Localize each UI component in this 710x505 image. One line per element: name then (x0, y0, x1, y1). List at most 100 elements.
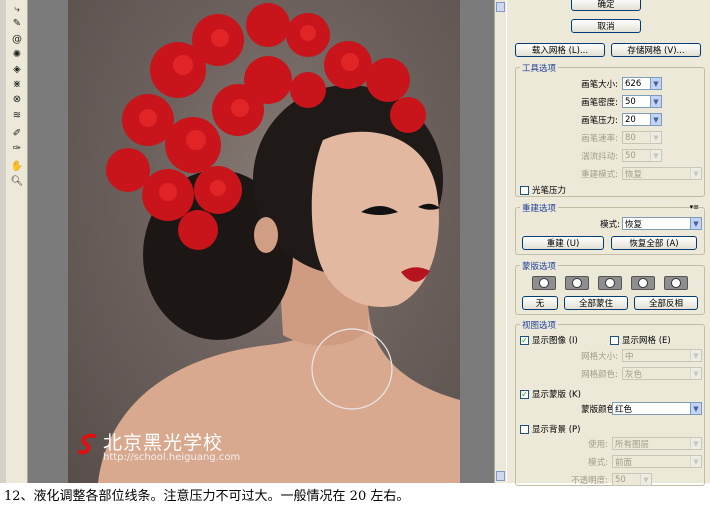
warp-icon[interactable]: ⤷ (9, 2, 25, 16)
show-mesh-checkbox[interactable]: 显示网格 (E) (610, 334, 671, 346)
mirror-icon[interactable]: ⊗ (9, 92, 25, 106)
freeze-mask-icon[interactable]: ✐ (9, 126, 25, 140)
brush-density-label: 画笔密度: (581, 98, 618, 108)
backdrop-mode-value: 前面 (615, 457, 633, 468)
reconstruct-button[interactable]: 重建 (U) (522, 236, 604, 250)
brush-rate-label: 画笔速率: (581, 134, 618, 144)
zoom-icon[interactable]: 🔍︎ (9, 174, 25, 188)
preview-image[interactable]: 北京黑光学校 http://school.heiguang.com (68, 0, 460, 483)
chevron-down-icon[interactable]: ▼ (650, 114, 661, 125)
chevron-down-icon[interactable]: ▼ (650, 78, 661, 89)
tool-options-title: 工具选项 (520, 62, 559, 74)
chevron-down-icon: ▼ (690, 368, 701, 379)
chevron-down-icon: ▼ (690, 350, 701, 361)
chevron-down-icon[interactable]: ▼ (690, 218, 701, 229)
brush-pressure-label: 画笔压力: (581, 116, 618, 126)
options-panel: 确定 取消 载入网格 (L)... 存储网格 (V)... 工具选项 画笔大小:… (506, 0, 710, 486)
chevron-down-icon[interactable]: ▼ (650, 96, 661, 107)
reconstruct-options-title: 重建选项 (520, 202, 559, 214)
scroll-down-button[interactable] (496, 471, 505, 481)
brush-size-field[interactable]: 626 ▼ (622, 77, 662, 90)
caption-text: 12、液化调整各部位线条。注意压力不可过大。一般情况在 20 左右。 (4, 489, 410, 504)
reconstruct-mode-label-2: 模式: (600, 220, 620, 230)
thaw-mask-icon[interactable]: ✑ (9, 141, 25, 155)
reconstruct-mode-select-2[interactable]: 恢复 ▼ (622, 217, 702, 230)
brush-density-field[interactable]: 50 ▼ (622, 95, 662, 108)
invert-selection-icon[interactable] (664, 276, 688, 290)
mask-color-select[interactable]: 红色 ▼ (612, 402, 702, 415)
load-mesh-button[interactable]: 载入网格 (L)... (515, 43, 605, 57)
show-image-checkbox[interactable]: ✓ 显示图像 (I) (520, 334, 578, 346)
stylus-pressure-label: 光笔压力 (532, 186, 567, 196)
backdrop-mode-select: 前面 ▼ (612, 455, 702, 468)
mesh-color-value: 灰色 (625, 369, 643, 380)
save-mesh-button[interactable]: 存储网格 (V)... (611, 43, 701, 57)
checkbox-box[interactable] (610, 335, 619, 345)
view-options-group: 视图选项 ✓ 显示图像 (I) 显示网格 (E) 网格大小: 中 ▼ 网格颜色: 灰… (515, 319, 705, 486)
brush-size-value: 626 (625, 78, 642, 89)
checkbox-checked-icon[interactable]: ✓ (520, 335, 529, 345)
chevron-down-icon: ▼ (690, 168, 701, 179)
portrait-illustration (98, 3, 460, 483)
mask-options-group: 蒙版选项 无 全部蒙住 全部反相 (515, 260, 705, 315)
restore-all-button[interactable]: 恢复全部 (A) (611, 236, 697, 250)
watermark-title: 北京黑光学校 (103, 432, 224, 454)
mesh-size-value: 中 (625, 351, 634, 362)
use-select: 所有图层 ▼ (612, 437, 702, 450)
stylus-pressure-checkbox[interactable]: 光笔压力 (520, 184, 566, 196)
turbulent-jitter-value: 50 (625, 150, 636, 161)
turbulent-jitter-label: 湍流抖动: (581, 152, 618, 162)
tool-options-group: 工具选项 画笔大小: 626 ▼ 画笔密度: 50 ▼ 画笔压力: 20 ▼ 画笔速率… (515, 62, 705, 197)
brush-pressure-value: 20 (625, 114, 636, 125)
liquify-toolbar: ⤷ ✎ @ ✺ ◈ ⋇ ⊗ ≋ ✐ ✑ ✋ 🔍︎ (6, 0, 28, 483)
chevron-down-icon: ▼ (650, 150, 661, 161)
mask-options-title: 蒙版选项 (520, 260, 559, 272)
chevron-down-icon: ▼ (690, 438, 701, 449)
mask-color-label: 蒙版颜色: (581, 405, 618, 415)
mesh-size-label: 网格大小: (581, 352, 618, 362)
brush-rate-value: 80 (625, 132, 636, 143)
opacity-field: 50 ▼ (612, 473, 652, 486)
checkbox-box[interactable] (520, 185, 529, 195)
view-options-title: 视图选项 (520, 319, 559, 331)
cancel-button[interactable]: 取消 (571, 19, 641, 33)
twirl-icon[interactable]: @ (9, 32, 25, 46)
turbulent-jitter-field: 50 ▼ (622, 149, 662, 162)
show-mask-label: 显示蒙版 (K) (532, 390, 581, 400)
opacity-value: 50 (615, 474, 626, 485)
reconstruct-mode-label: 重建模式: (581, 170, 618, 180)
push-left-icon[interactable]: ⋇ (9, 77, 25, 91)
ok-button[interactable]: 确定 (571, 0, 641, 11)
reconstruct-mode-value-2: 恢复 (625, 219, 643, 230)
show-mesh-label: 显示网格 (E) (622, 336, 671, 346)
panel-menu-icon[interactable]: ▾≡ (690, 203, 699, 211)
chevron-down-icon: ▼ (640, 474, 651, 485)
subtract-selection-icon[interactable] (598, 276, 622, 290)
brush-size-label: 画笔大小: (581, 80, 618, 90)
checkbox-box[interactable] (520, 424, 529, 434)
hand-icon[interactable]: ✋ (9, 159, 25, 173)
invert-all-button[interactable]: 全部反相 (634, 296, 698, 310)
chevron-down-icon[interactable]: ▼ (690, 403, 701, 414)
reconstruct-mode-value: 恢复 (625, 169, 643, 180)
intersect-selection-icon[interactable] (631, 276, 655, 290)
reconstruct-options-group: 重建选项 ▾≡ 模式: 恢复 ▼ 重建 (U) 恢复全部 (A) (515, 202, 705, 255)
bloat-icon[interactable]: ◈ (9, 62, 25, 76)
scroll-up-button[interactable] (496, 2, 505, 12)
liquify-window: ⤷ ✎ @ ✺ ◈ ⋇ ⊗ ≋ ✐ ✑ ✋ 🔍︎ 北京黑光学校 http://s… (0, 0, 710, 486)
mesh-size-select: 中 ▼ (622, 349, 702, 362)
reconstruct-mode-select: 恢复 ▼ (622, 167, 702, 180)
chevron-down-icon: ▼ (690, 456, 701, 467)
pucker-icon[interactable]: ✺ (9, 47, 25, 61)
mask-all-button[interactable]: 全部蒙住 (564, 296, 628, 310)
mask-none-button[interactable]: 无 (522, 296, 558, 310)
reconstruct-icon[interactable]: ✎ (9, 16, 25, 30)
show-backdrop-checkbox[interactable]: 显示背景 (P) (520, 423, 580, 435)
checkbox-checked-icon[interactable]: ✓ (520, 389, 529, 399)
replace-selection-icon[interactable] (532, 276, 556, 290)
turbulence-icon[interactable]: ≋ (9, 108, 25, 122)
brush-pressure-field[interactable]: 20 ▼ (622, 113, 662, 126)
vertical-scrollbar[interactable] (494, 0, 506, 483)
show-mask-checkbox[interactable]: ✓ 显示蒙版 (K) (520, 388, 581, 400)
add-to-selection-icon[interactable] (565, 276, 589, 290)
